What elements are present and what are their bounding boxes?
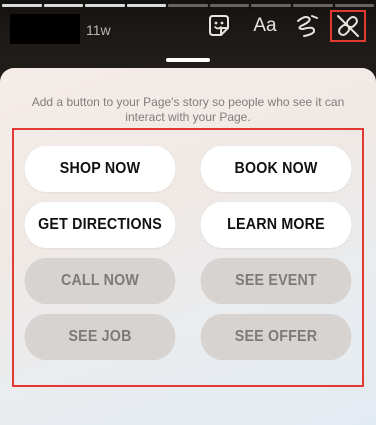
link-button[interactable] xyxy=(330,10,366,42)
learn-more-button[interactable]: LEARN MORE xyxy=(200,202,352,248)
progress-segment xyxy=(85,4,125,7)
book-now-button[interactable]: BOOK NOW xyxy=(200,146,352,192)
story-timestamp: 11w xyxy=(86,22,111,38)
text-icon: Aa xyxy=(253,15,277,36)
progress-segment xyxy=(292,4,333,7)
link-icon xyxy=(337,15,359,37)
progress-segment xyxy=(209,4,250,7)
progress-segment xyxy=(126,4,167,7)
get-directions-button[interactable]: GET DIRECTIONS xyxy=(24,202,176,248)
call-now-button[interactable]: CALL NOW xyxy=(24,258,176,304)
progress-segment xyxy=(2,4,42,7)
sheet-instructions: Add a button to your Page's story so peo… xyxy=(31,95,345,124)
progress-segment xyxy=(334,4,375,7)
progress-segment xyxy=(43,4,84,7)
see-job-button[interactable]: SEE JOB xyxy=(24,314,176,360)
text-tool-button[interactable]: Aa xyxy=(248,12,282,40)
progress-segment xyxy=(168,4,208,7)
progress-segment xyxy=(251,4,291,7)
draw-button[interactable] xyxy=(292,12,322,40)
sticker-icon xyxy=(209,15,229,36)
draw-icon xyxy=(297,15,318,37)
see-offer-button[interactable]: SEE OFFER xyxy=(200,314,352,360)
redacted-account-name xyxy=(10,14,80,44)
story-progress-bar xyxy=(0,4,376,7)
sticker-button[interactable] xyxy=(204,12,234,40)
shop-now-button[interactable]: SHOP NOW xyxy=(24,146,176,192)
see-event-button[interactable]: SEE EVENT xyxy=(200,258,352,304)
sheet-grabber-handle[interactable] xyxy=(166,58,210,62)
story-top-bar: 11w Aa xyxy=(0,0,376,62)
